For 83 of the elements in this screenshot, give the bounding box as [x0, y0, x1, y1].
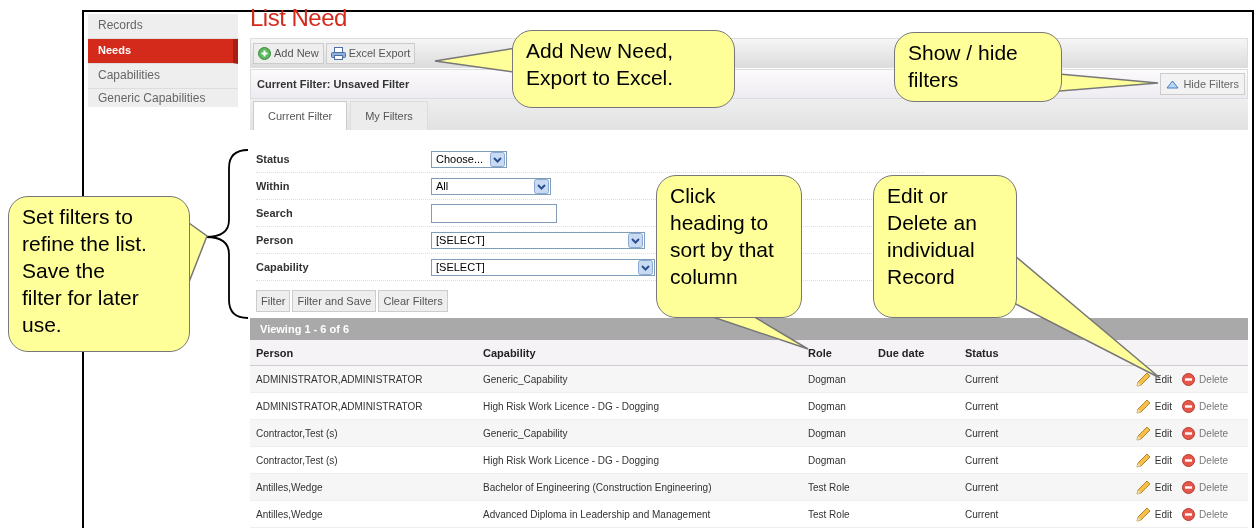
table-cell-text: Dogman — [808, 454, 847, 466]
delete-link[interactable]: Delete — [1182, 425, 1228, 441]
table-cell-text: Test Role — [808, 481, 851, 493]
edit-link[interactable]: Edit — [1135, 398, 1173, 414]
printer-icon — [330, 46, 346, 60]
page-title: List Need — [250, 6, 348, 33]
hide-filters-button[interactable]: Hide Filters — [1160, 73, 1245, 95]
table-cell-text: Current — [965, 454, 1000, 466]
edit-link[interactable]: Edit — [1135, 371, 1173, 387]
table-cell-text: Dogman — [808, 373, 847, 385]
column-header[interactable]: Status — [965, 346, 1065, 359]
table-cell-text: Test Role — [808, 508, 851, 520]
callout: Add New Need, Export to Excel. — [512, 30, 735, 108]
delete-link[interactable]: Delete — [1182, 479, 1228, 495]
table-cell-text: Dogman — [808, 400, 847, 412]
table-cell-text: Current — [965, 427, 1000, 439]
filter-label: Status — [256, 153, 291, 165]
dropdown[interactable]: [SELECT] — [431, 231, 645, 249]
pencil-icon — [1135, 506, 1151, 522]
edit-link[interactable]: Edit — [1135, 452, 1173, 468]
delete-link[interactable]: Delete — [1182, 506, 1228, 522]
table-cell-text: Current — [965, 373, 1000, 385]
sidebar-item[interactable]: Capabilities — [88, 64, 238, 89]
minus-icon — [1182, 507, 1196, 521]
pencil-icon — [1135, 398, 1151, 414]
table-cell-text: Contractor,Test (s) — [256, 427, 339, 439]
table-cell-text: ADMINISTRATOR,ADMINISTRATOR — [256, 373, 424, 385]
sidebar-item[interactable]: Generic Capabilities — [88, 89, 238, 107]
filter-label: Search — [256, 207, 294, 219]
table-cell-text: Current — [965, 508, 1000, 520]
triangle-icon — [1166, 79, 1180, 89]
edit-link[interactable]: Edit — [1135, 479, 1173, 495]
table-cell-text: Antilles,Wedge — [256, 481, 324, 493]
plus-icon — [258, 46, 271, 60]
pencil-icon — [1135, 371, 1151, 387]
filter-button[interactable]: Filter and Save — [292, 290, 377, 312]
table-cell-text: Dogman — [808, 427, 847, 439]
table-cell-text: Current — [965, 400, 1000, 412]
filter-label: Within — [256, 180, 291, 192]
minus-icon — [1182, 372, 1196, 386]
search-field[interactable] — [431, 203, 557, 223]
pencil-icon — [1135, 425, 1151, 441]
minus-icon — [1182, 426, 1196, 440]
callout: Show / hide filters — [894, 32, 1062, 102]
dropdown[interactable]: [SELECT] — [431, 258, 655, 276]
pencil-icon — [1135, 452, 1151, 468]
column-header[interactable]: Role — [808, 346, 878, 359]
toolbar-button[interactable]: Excel Export — [325, 42, 416, 64]
pencil-icon — [1135, 479, 1151, 495]
table-cell-text: Generic_Capability — [483, 427, 569, 439]
column-header[interactable]: Person — [256, 346, 483, 359]
filter-label: Capability — [256, 261, 310, 273]
delete-link[interactable]: Delete — [1182, 371, 1228, 387]
column-header[interactable]: Capability — [483, 346, 808, 359]
filter-button[interactable]: Filter — [256, 290, 291, 312]
minus-icon — [1182, 399, 1196, 413]
column-header[interactable]: Due date — [878, 346, 965, 359]
table-cell-text: Current — [965, 481, 1000, 493]
table-cell-text: ADMINISTRATOR,ADMINISTRATOR — [256, 400, 424, 412]
dropdown[interactable]: Choose... — [431, 150, 507, 168]
filter-button[interactable]: Clear Filters — [378, 290, 448, 312]
edit-link[interactable]: Edit — [1135, 425, 1173, 441]
edit-link[interactable]: Edit — [1135, 506, 1173, 522]
table-cell-text: High Risk Work Licence - DG - Dogging — [483, 454, 660, 466]
minus-icon — [1182, 453, 1196, 467]
table-cell-text: Antilles,Wedge — [256, 508, 324, 520]
delete-link[interactable]: Delete — [1182, 398, 1228, 414]
filter-label: Person — [256, 234, 295, 246]
delete-link[interactable]: Delete — [1182, 452, 1228, 468]
table-cell-text: Contractor,Test (s) — [256, 454, 339, 466]
tab[interactable]: Current Filter — [253, 101, 348, 130]
results-summary: Viewing 1 - 6 of 6 — [250, 318, 1248, 340]
table-cell-text: High Risk Work Licence - DG - Dogging — [483, 400, 660, 412]
table-cell-text: Generic_Capability — [483, 373, 569, 385]
toolbar-button[interactable]: Add New — [253, 42, 324, 64]
callout: Edit or Delete an individual Record — [873, 175, 1017, 318]
filter-title: Current Filter: Unsaved Filter — [257, 78, 410, 90]
table-cell-text: Advanced Diploma in Leadership and Management — [483, 508, 712, 520]
tab[interactable]: My Filters — [350, 101, 428, 130]
dropdown[interactable]: All — [431, 177, 551, 195]
minus-icon — [1182, 480, 1196, 494]
sidebar-item[interactable]: Needs — [88, 39, 238, 64]
table-cell-text: Bachelor of Engineering (Construction Engineering) — [483, 481, 713, 493]
